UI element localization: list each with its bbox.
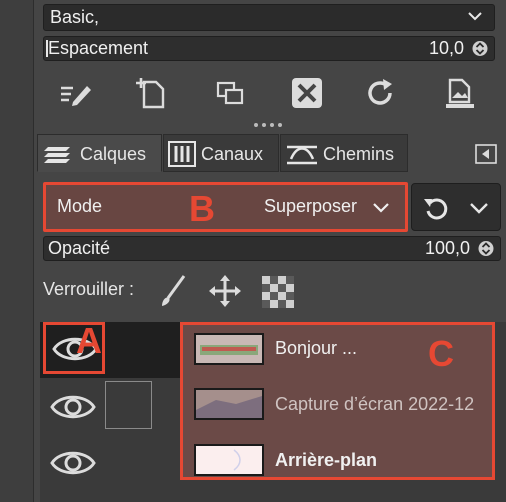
delete-brush-button[interactable] <box>287 74 327 112</box>
duplicate-icon <box>216 81 244 105</box>
eye-icon[interactable] <box>48 444 98 482</box>
chevron-down-icon <box>373 203 389 213</box>
annotation-a: A <box>76 320 102 361</box>
layer-name[interactable]: Bonjour ... <box>275 338 357 359</box>
tab-channels-label: Canaux <box>201 144 264 164</box>
annotation-c: C <box>428 333 454 374</box>
tab-layers[interactable]: Calques <box>37 134 162 172</box>
layer-name[interactable]: Arrière-plan <box>275 450 377 471</box>
chevron-down-icon <box>468 12 482 21</box>
spin-arrows-icon[interactable] <box>478 240 494 257</box>
chevron-down-icon <box>470 203 488 214</box>
opacity-label: Opacité <box>48 238 111 258</box>
dock-grip-handle[interactable] <box>253 120 283 130</box>
tab-layers-label: Calques <box>80 144 147 164</box>
composite-mode-button[interactable] <box>411 183 501 231</box>
brush-preset-value: Basic, <box>50 7 100 27</box>
spacing-value: 10,0 <box>428 38 464 58</box>
lock-row: Verrouiller : <box>43 279 134 300</box>
layer-thumbnail[interactable] <box>194 333 264 365</box>
lock-label: Verrouiller : <box>43 279 135 299</box>
chain-toggle[interactable] <box>105 381 152 429</box>
tab-paths-label: Chemins <box>323 144 395 164</box>
opacity-spinscale[interactable]: Opacité 100,0 <box>43 236 501 261</box>
mode-label: Mode <box>57 196 103 216</box>
left-edge-bar <box>0 0 34 502</box>
spacing-label: Espacement <box>48 38 149 58</box>
layer-thumbnail-image <box>196 335 262 363</box>
edit-icon <box>61 86 91 106</box>
layer-name[interactable]: Capture d’écran 2022-12 <box>275 394 474 415</box>
reset-mode-icon <box>424 198 448 220</box>
lock-position-icon[interactable] <box>208 274 242 308</box>
open-brush-as-image-button[interactable] <box>440 74 480 112</box>
edit-brush-button[interactable] <box>55 74 95 112</box>
lock-pixels-icon[interactable] <box>158 274 188 308</box>
layer-thumbnail[interactable] <box>194 444 264 476</box>
brush-preset-combo[interactable]: Basic, <box>43 4 495 31</box>
new-brush-button[interactable] <box>133 74 173 112</box>
refresh-brushes-button[interactable] <box>361 74 401 112</box>
dock-menu-icon[interactable] <box>475 144 497 164</box>
annotation-b: B <box>189 188 215 229</box>
tab-channels[interactable]: Canaux <box>163 134 279 172</box>
tab-paths[interactable]: Chemins <box>280 134 408 172</box>
delete-icon <box>292 78 322 108</box>
eye-icon[interactable] <box>48 388 98 426</box>
dock-tabs: Calques Canaux Chemins <box>35 130 506 174</box>
open-image-icon <box>446 78 474 108</box>
mode-value: Superposer <box>263 196 357 216</box>
layer-thumbnail[interactable] <box>194 388 264 420</box>
lock-alpha-icon[interactable] <box>262 276 294 308</box>
spin-arrows-icon[interactable] <box>472 40 488 57</box>
layers-icon <box>44 147 70 163</box>
duplicate-brush-button[interactable] <box>211 74 251 112</box>
spacing-spinscale[interactable]: Espacement 10,0 <box>43 36 495 61</box>
new-document-icon <box>136 78 165 109</box>
channels-icon <box>168 141 196 167</box>
layer-thumbnail-image <box>196 390 262 418</box>
layer-mode-combo[interactable]: Mode Superposer <box>43 182 408 232</box>
refresh-icon <box>368 79 392 105</box>
layer-thumbnail-image <box>196 446 262 474</box>
paths-icon <box>287 145 317 165</box>
opacity-value: 100,0 <box>424 238 470 258</box>
